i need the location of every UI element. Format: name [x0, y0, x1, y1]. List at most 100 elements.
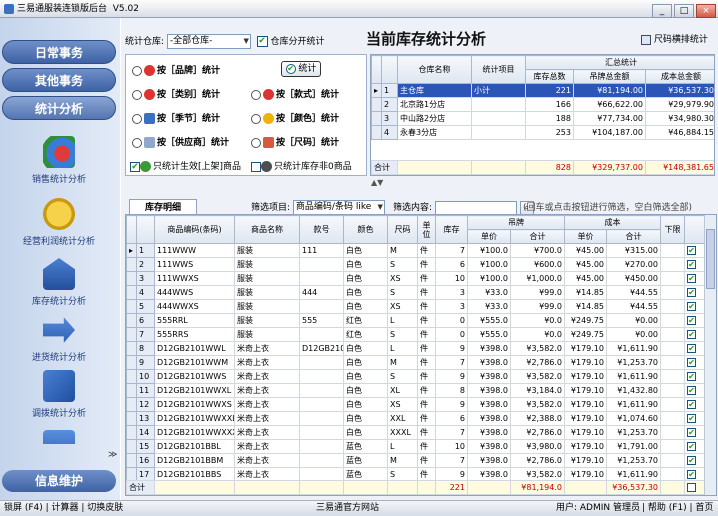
table-row[interactable]: ▸ 1 111WWW 服装 111 白色 M 件 7 ¥100.0 ¥700.0 ¥45.00 ¥315…: [126, 243, 707, 258]
row-checkbox[interactable]: ✔: [687, 428, 696, 437]
table-row[interactable]: 11 D12GB2101WWXL 米奇上衣 白色 XL 件 8 ¥398.0 ¥3,184.0 ¥…: [126, 383, 707, 398]
sidebar-item-purchase-stats[interactable]: 进货统计分析: [0, 314, 118, 363]
only-active-checkbox[interactable]: ✔: [130, 161, 140, 172]
row-checkbox[interactable]: ✔: [687, 456, 696, 465]
option-style[interactable]: 按［款式］统计: [251, 87, 339, 100]
col-tag-price[interactable]: 单价: [467, 229, 511, 244]
sidebar-item-transfer-stats[interactable]: 调拨统计分析: [0, 370, 118, 419]
radio[interactable]: [132, 89, 142, 100]
row-checkbox[interactable]: ✔: [687, 400, 696, 409]
splitter-handle[interactable]: ▲▼: [371, 178, 383, 187]
radio[interactable]: [132, 137, 142, 148]
radio[interactable]: [132, 113, 142, 124]
col-style[interactable]: 款号: [299, 215, 344, 244]
radio[interactable]: [251, 89, 261, 100]
summary-row[interactable]: 2 北京路1分店 166 ¥66,622.00 ¥29,979.90: [371, 97, 714, 112]
row-checkbox[interactable]: ✔: [687, 302, 696, 311]
radio[interactable]: [251, 137, 261, 148]
detail-grid[interactable]: 商品编码(条码) 商品名称 款号 颜色 尺码 单位 库存 吊牌 成本 下限 单价 合计 单价 合计 ▸ 1…: [125, 214, 717, 496]
status-right-links[interactable]: | 帮助 (F1) | 首页: [642, 501, 713, 516]
row-checkbox[interactable]: ✔: [687, 330, 696, 339]
col-tag-amount[interactable]: 吊牌总金额: [573, 69, 646, 84]
col-cost-amount[interactable]: 成本总金额: [644, 69, 714, 84]
option-supplier[interactable]: 按［供应商］统计: [132, 135, 229, 148]
option-category[interactable]: 按［类别］统计: [132, 87, 220, 100]
nav-daily-affairs[interactable]: 日常事务: [2, 40, 116, 64]
option-color[interactable]: 按［颜色］统计: [251, 111, 339, 124]
split-warehouse-checkbox[interactable]: ✔: [256, 36, 268, 47]
summary-row[interactable]: 3 中山路2分店 188 ¥77,734.00 ¥34,980.30: [371, 111, 714, 126]
col-size[interactable]: 尺码: [387, 215, 418, 244]
table-row[interactable]: 6 555RRL 服装 555 红色 L 件 0 ¥555.0 ¥0.0 ¥249.75 ¥0.00 ✔: [126, 313, 707, 328]
col-unit[interactable]: 单位: [417, 215, 436, 244]
col-color[interactable]: 颜色: [343, 215, 388, 244]
table-row[interactable]: 10 D12GB2101WWS 米奇上衣 白色 S 件 9 ¥398.0 ¥3,582.0 ¥17…: [126, 369, 707, 384]
warehouse-select[interactable]: -全部仓库-: [166, 34, 251, 49]
nav-statistics[interactable]: 统计分析: [2, 96, 116, 120]
stat-button[interactable]: ✔ 统计: [281, 61, 321, 77]
size-horizontal-option[interactable]: 尺码横排统计: [641, 32, 708, 45]
table-row[interactable]: 7 555RRS 服装 红色 S 件 0 ¥555.0 ¥0.0 ¥249.75 ¥0.00 ✔: [126, 327, 707, 342]
status-left-links[interactable]: 锁屏 (F4) | 计算器 | 切换皮肤: [4, 501, 123, 516]
table-row[interactable]: 15 D12GB2101BBL 米奇上衣 蓝色 L 件 10 ¥398.0 ¥3,980.0 ¥1…: [126, 439, 707, 454]
only-nonzero-checkbox[interactable]: [251, 161, 261, 172]
row-checkbox[interactable]: ✔: [687, 470, 696, 479]
summary-row[interactable]: 4 永春3分店 253 ¥104,187.00 ¥46,884.15: [371, 125, 714, 140]
row-checkbox[interactable]: ✔: [687, 358, 696, 367]
table-row[interactable]: 8D12GB2101WWL米奇上衣D12GB2101白色L件9¥398.0¥3,…: [126, 341, 707, 356]
table-row[interactable]: 12 D12GB2101WWXS 米奇上衣 白色 XS 件 9 ¥398.0 ¥3,582.0 ¥…: [126, 397, 707, 412]
table-row[interactable]: 14 D12GB2101WWXXXL 米奇上衣 白色 XXXL 件 7 ¥398.0 ¥2,78…: [126, 425, 707, 440]
summary-grid[interactable]: 仓库名称 统计项目 汇总统计 库存总数 吊牌总金额 成本总金额 ▸ 1 主仓库 小计 221 ¥8…: [370, 54, 715, 176]
radio[interactable]: [251, 113, 261, 124]
col-tag-sum[interactable]: 合计: [510, 229, 565, 244]
option-season[interactable]: 按［季节］统计: [132, 111, 220, 124]
radio[interactable]: [132, 65, 142, 76]
table-row[interactable]: 13 D12GB2101WWXXL 米奇上衣 白色 XXL 件 6 ¥398.0 ¥2,388.…: [126, 411, 707, 426]
nav-other-affairs[interactable]: 其他事务: [2, 68, 116, 92]
table-row[interactable]: 16 D12GB2101BBM 米奇上衣 蓝色 M 件 7 ¥398.0 ¥2,786.0 ¥17…: [126, 453, 707, 468]
row-checkbox[interactable]: ✔: [687, 316, 696, 325]
official-site-link[interactable]: 三易通官方网站: [316, 501, 379, 516]
summary-row[interactable]: ▸ 1 主仓库 小计 221 ¥81,194.00 ¥36,537.30: [371, 83, 714, 98]
table-row[interactable]: 2 111WWS 服装 白色 S 件 6 ¥100.0 ¥600.0 ¥45.00 ¥270.00 ✔: [126, 257, 707, 272]
detail-scrollbar[interactable]: [704, 215, 716, 495]
col-low-limit[interactable]: 下限: [660, 215, 685, 244]
table-row[interactable]: 5 444WWXS 服装 白色 XS 件 3 ¥33.0 ¥99.0 ¥14.85 ¥44.55 ✔: [126, 299, 707, 314]
filter-field-select[interactable]: 商品编码/条码 like: [292, 200, 385, 215]
row-checkbox[interactable]: ✔: [687, 372, 696, 381]
row-checkbox[interactable]: ✔: [687, 386, 696, 395]
filter-content-input[interactable]: [434, 200, 517, 215]
col-cost-sum[interactable]: 合计: [606, 229, 661, 244]
row-checkbox[interactable]: ✔: [687, 260, 696, 269]
scroll-thumb[interactable]: [706, 229, 715, 289]
nav-info-maintenance[interactable]: 信息维护: [2, 470, 116, 492]
row-checkbox[interactable]: ✔: [687, 414, 696, 423]
maximize-button[interactable]: □: [674, 4, 694, 18]
col-name[interactable]: 商品名称: [234, 215, 300, 244]
row-checkbox[interactable]: ✔: [687, 442, 696, 451]
option-only-nonzero[interactable]: 只统计库存非0商品: [251, 159, 352, 172]
row-checkbox[interactable]: ✔: [687, 274, 696, 283]
option-size[interactable]: 按［尺码］统计: [251, 135, 339, 148]
table-row[interactable]: 4 444WWS 服装 444 白色 S 件 3 ¥33.0 ¥99.0 ¥14.85 ¥44.55 ✔: [126, 285, 707, 300]
col-warehouse[interactable]: 仓库名称: [397, 55, 472, 84]
table-row[interactable]: 3 111WWXS 服装 白色 XS 件 10 ¥100.0 ¥1,000.0 ¥45.00 ¥45…: [126, 271, 707, 286]
row-checkbox[interactable]: ✔: [687, 246, 696, 255]
row-checkbox[interactable]: ✔: [687, 288, 696, 297]
col-stock[interactable]: 库存: [435, 215, 468, 244]
sidebar-item-adjust-stats[interactable]: [0, 430, 118, 444]
checkbox[interactable]: [687, 483, 696, 492]
col-total-qty[interactable]: 库存总数: [525, 69, 574, 84]
option-only-active[interactable]: ✔ 只统计生效[上架]商品: [130, 159, 241, 172]
sidebar-item-sales-stats[interactable]: 销售统计分析: [0, 136, 118, 185]
table-row[interactable]: 9 D12GB2101WWM 米奇上衣 白色 M 件 7 ¥398.0 ¥2,786.0 ¥179…: [126, 355, 707, 370]
col-code[interactable]: 商品编码(条码): [154, 215, 235, 244]
collapse-chevron-icon[interactable]: ≫: [108, 450, 117, 460]
row-checkbox[interactable]: ✔: [687, 344, 696, 353]
close-button[interactable]: ×: [696, 4, 716, 18]
minimize-button[interactable]: _: [652, 4, 672, 18]
sidebar-item-stock-stats[interactable]: 库存统计分析: [0, 258, 118, 307]
col-item[interactable]: 统计项目: [471, 55, 526, 84]
col-cost-price[interactable]: 单价: [564, 229, 607, 244]
sidebar-item-profit-stats[interactable]: 经营利润统计分析: [0, 198, 118, 247]
